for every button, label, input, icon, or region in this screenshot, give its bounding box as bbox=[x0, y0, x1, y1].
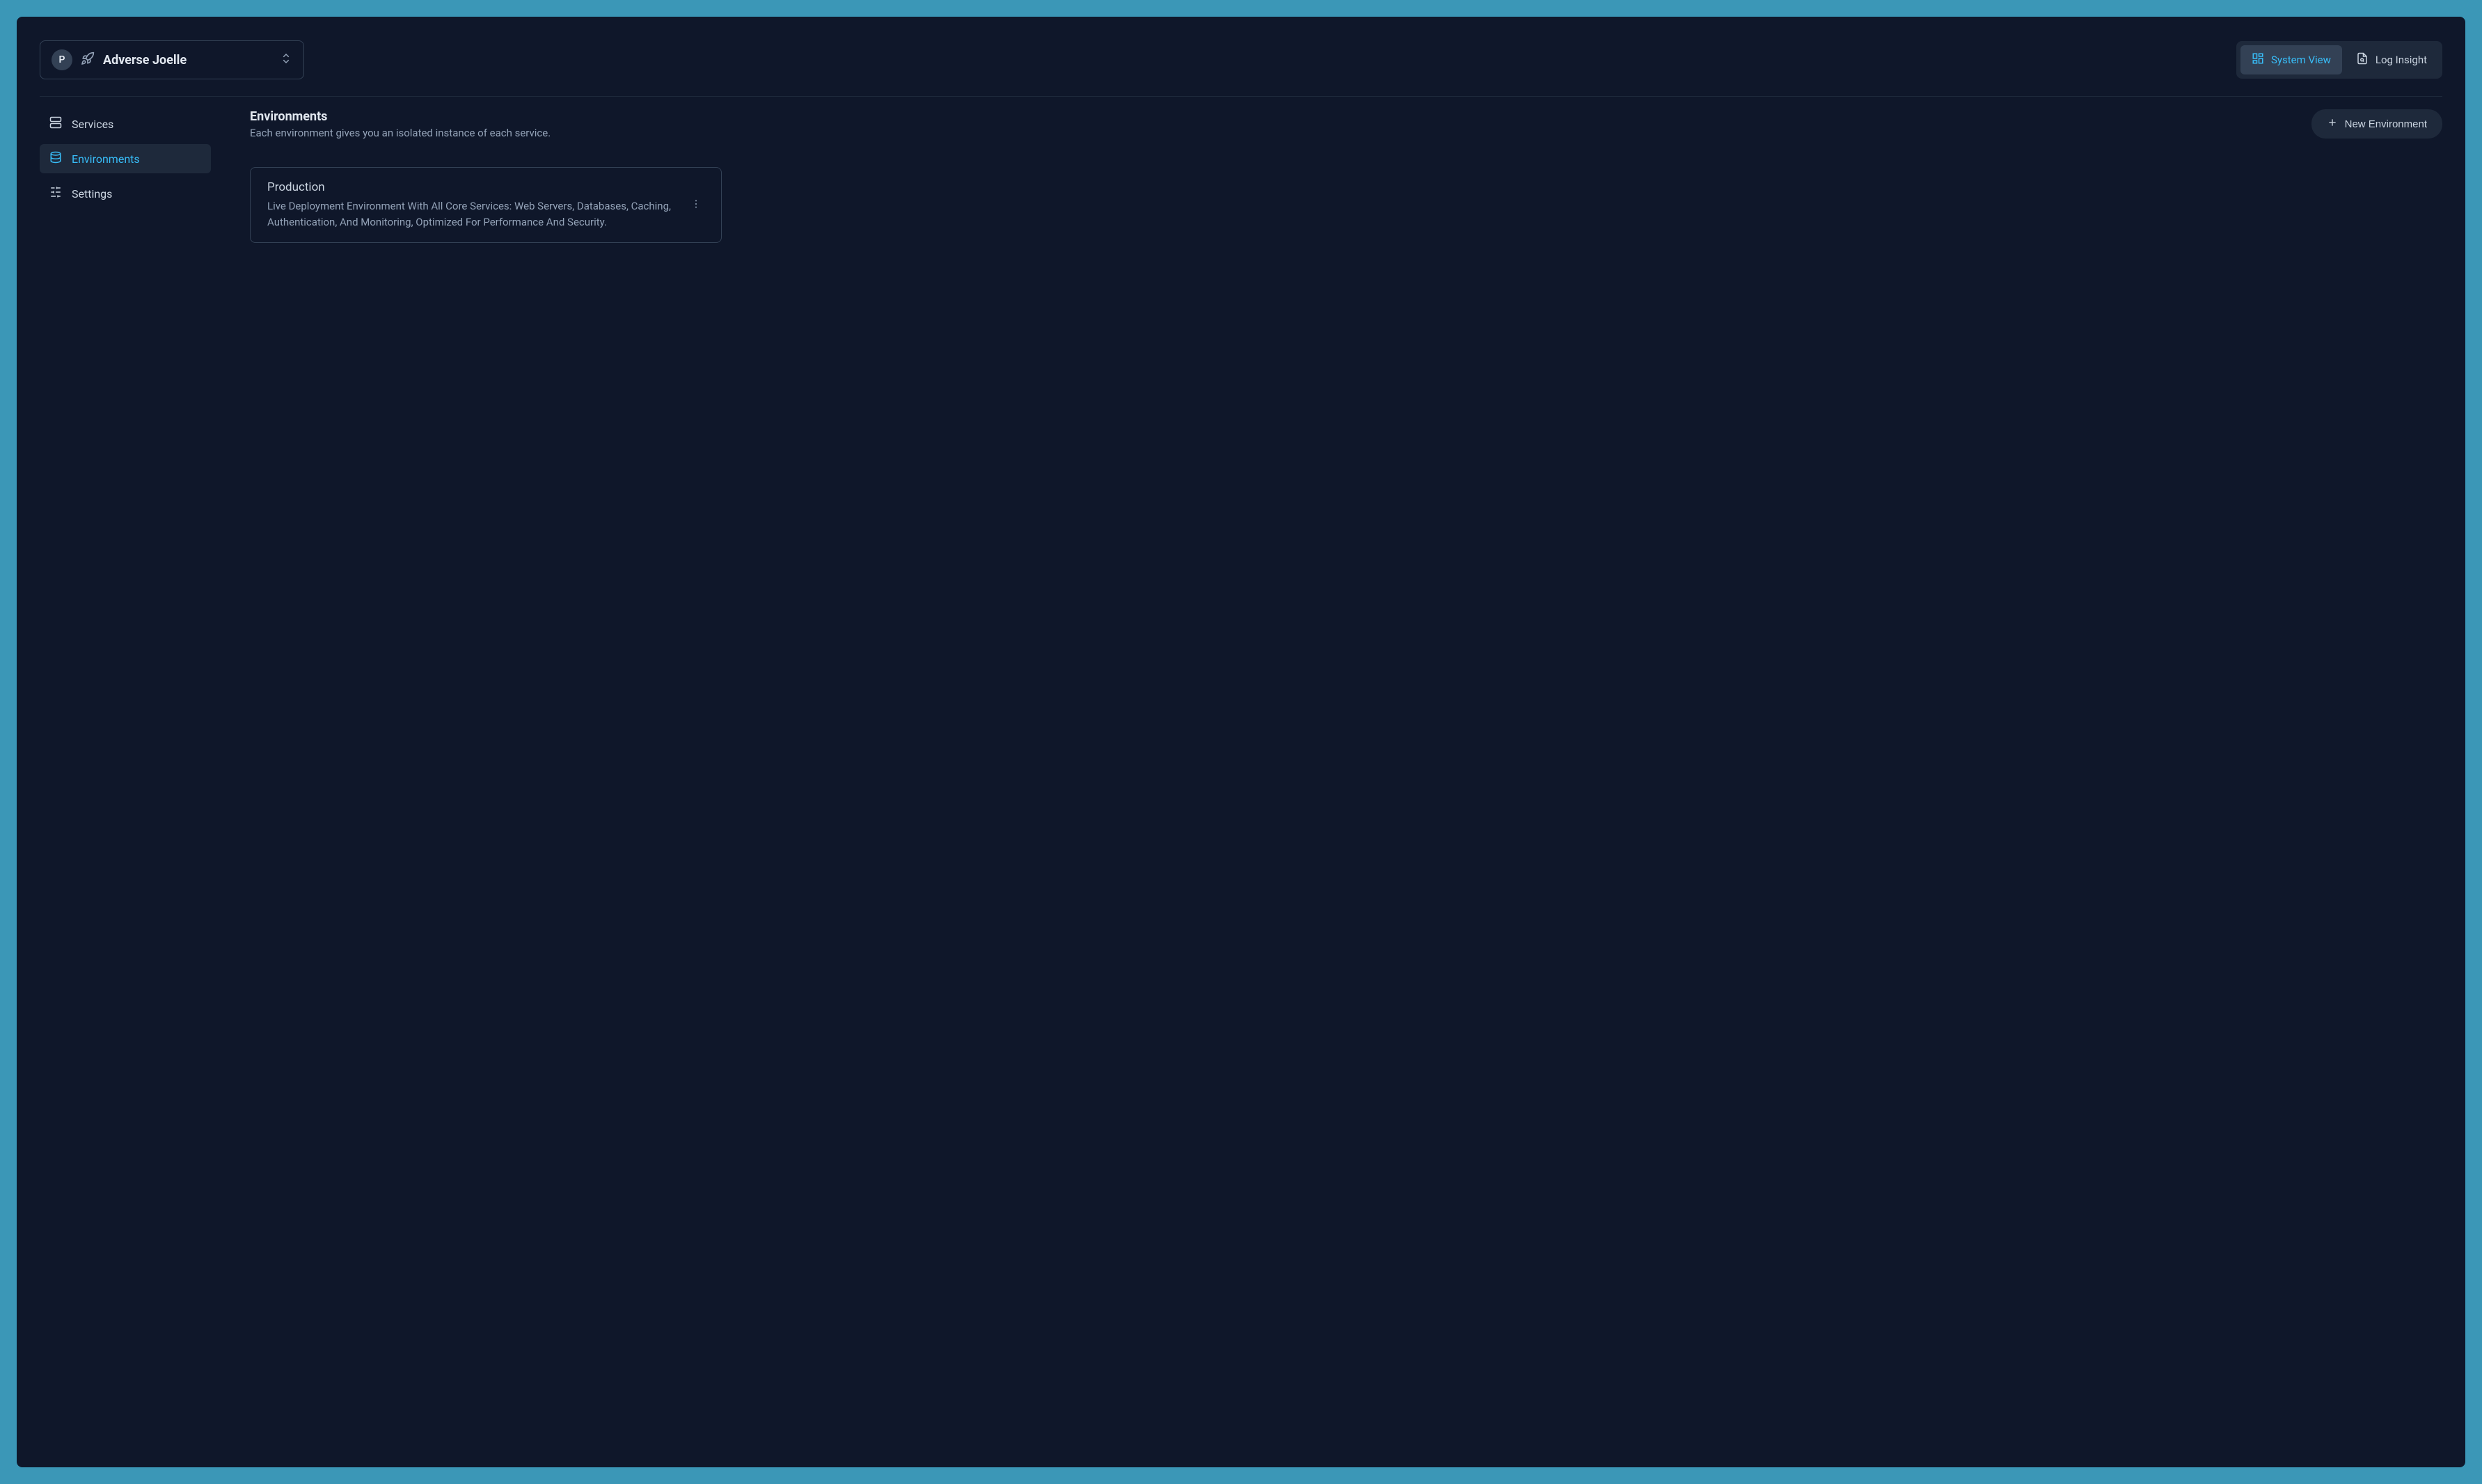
project-selector[interactable]: P Adverse Joelle bbox=[40, 40, 304, 79]
page-header-text: Environments Each environment gives you … bbox=[250, 109, 551, 139]
view-tabs: System View Log Insight bbox=[2236, 41, 2442, 79]
content-area: Environments Each environment gives you … bbox=[250, 109, 2442, 243]
tab-label: System View bbox=[2271, 54, 2331, 66]
rocket-icon bbox=[81, 52, 95, 68]
page-title: Environments bbox=[250, 109, 551, 124]
server-cog-icon bbox=[49, 116, 62, 132]
environment-description: Live Deployment Environment With All Cor… bbox=[267, 198, 688, 230]
button-label: New Environment bbox=[2345, 118, 2427, 130]
project-name: Adverse Joelle bbox=[103, 53, 271, 68]
app-container: P Adverse Joelle bbox=[17, 17, 2465, 1467]
top-bar: P Adverse Joelle bbox=[40, 24, 2442, 97]
sidebar-item-label: Environments bbox=[72, 152, 140, 166]
file-search-icon bbox=[2356, 52, 2369, 68]
environment-actions-button[interactable] bbox=[688, 193, 704, 218]
environment-card[interactable]: Production Live Deployment Environment W… bbox=[250, 167, 722, 243]
page-header: Environments Each environment gives you … bbox=[250, 109, 2442, 139]
more-vertical-icon bbox=[690, 199, 702, 212]
tab-system-view[interactable]: System View bbox=[2240, 45, 2342, 74]
sidebar-item-settings[interactable]: Settings bbox=[40, 179, 211, 208]
environment-info: Production Live Deployment Environment W… bbox=[267, 180, 688, 230]
database-icon bbox=[49, 151, 62, 166]
sidebar-item-services[interactable]: Services bbox=[40, 109, 211, 139]
main-content: Services Environments bbox=[40, 97, 2442, 243]
settings-icon bbox=[49, 186, 62, 201]
chevron-updown-icon bbox=[280, 52, 292, 68]
dashboard-icon bbox=[2252, 52, 2264, 68]
page-subtitle: Each environment gives you an isolated i… bbox=[250, 127, 551, 139]
plus-icon bbox=[2327, 117, 2338, 131]
sidebar-item-label: Settings bbox=[72, 187, 112, 200]
sidebar-item-label: Services bbox=[72, 118, 113, 131]
project-avatar: P bbox=[52, 49, 72, 70]
tab-label: Log Insight bbox=[2376, 54, 2427, 66]
sidebar: Services Environments bbox=[40, 109, 211, 243]
project-avatar-letter: P bbox=[59, 54, 65, 65]
environment-name: Production bbox=[267, 180, 688, 194]
new-environment-button[interactable]: New Environment bbox=[2311, 109, 2442, 139]
tab-log-insight[interactable]: Log Insight bbox=[2345, 45, 2438, 74]
sidebar-item-environments[interactable]: Environments bbox=[40, 144, 211, 173]
